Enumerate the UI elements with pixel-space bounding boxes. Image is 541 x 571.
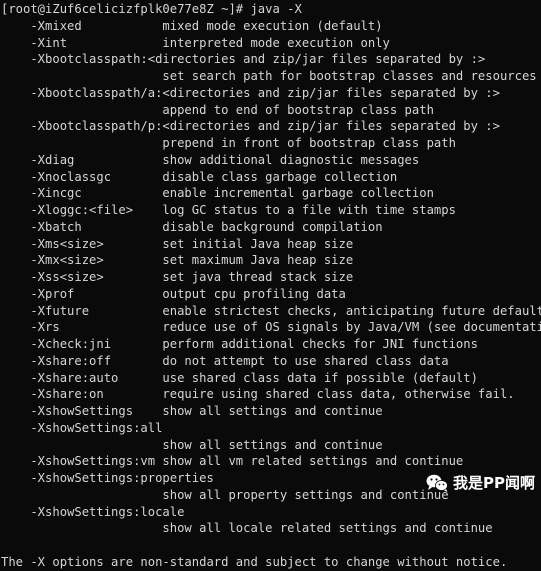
terminal-output-line: -Xrs reduce use of OS signals by Java/VM… bbox=[1, 320, 541, 335]
terminal-output-line: -Xss<size> set java thread stack size bbox=[1, 270, 354, 284]
terminal-output-line: The -X options are non-standard and subj… bbox=[1, 554, 508, 569]
terminal-output-line: -Xms<size> set initial Java heap size bbox=[1, 236, 354, 251]
terminal-output-line: -Xfuture enable strictest checks, antici… bbox=[1, 303, 541, 318]
terminal-output-line: -XshowSettings:all bbox=[1, 420, 163, 435]
terminal-output-line: -Xprof output cpu profiling data bbox=[1, 286, 346, 301]
terminal-output: -Xmixed mixed mode execution (default) -… bbox=[0, 18, 541, 571]
terminal-window[interactable]: [root@iZuf6celicizfplk0e77e8Z ~]# java -… bbox=[0, 0, 541, 569]
terminal-output-line: -Xshare:auto use shared class data if po… bbox=[1, 370, 478, 385]
terminal-output-line: -Xincgc enable incremental garbage colle… bbox=[1, 186, 434, 201]
terminal-output-line: -Xmx<size> set maximum Java heap size bbox=[1, 253, 354, 268]
terminal-output-line: -Xbootclasspath/p:<directories and zip/j… bbox=[1, 119, 500, 134]
terminal-output-line: show all locale related settings and con… bbox=[1, 521, 493, 536]
terminal-output-line: -Xbootclasspath:<directories and zip/jar… bbox=[1, 52, 486, 67]
terminal-output-line: append to end of bootstrap class path bbox=[1, 102, 434, 117]
terminal-output-line: -Xloggc:<file> log GC status to a file w… bbox=[1, 203, 456, 217]
terminal-output-line: -Xcheck:jni perform additional checks fo… bbox=[1, 337, 478, 351]
terminal-output-line: -Xnoclassgc disable class garbage collec… bbox=[1, 169, 398, 184]
terminal-output-line: show all settings and continue bbox=[1, 437, 383, 452]
terminal-output-line: -Xbatch disable background compilation bbox=[1, 219, 383, 234]
terminal-output-line: -Xmixed mixed mode execution (default) bbox=[1, 18, 383, 33]
terminal-output-line: -XshowSettings:vm show all vm related se… bbox=[1, 454, 464, 469]
terminal-output-line: -XshowSettings show all settings and con… bbox=[1, 404, 383, 418]
terminal-output-line: -XshowSettings:locale bbox=[1, 504, 185, 519]
terminal-output-line: -Xint interpreted mode execution only bbox=[1, 35, 390, 50]
terminal-output-line: -Xbootclasspath/a:<directories and zip/j… bbox=[1, 85, 500, 100]
terminal-output-line: -Xshare:off do not attempt to use shared… bbox=[1, 353, 449, 368]
terminal-output-line: -Xshare:on require using shared class da… bbox=[1, 387, 515, 402]
terminal-output-line: show all property settings and continue bbox=[1, 487, 449, 502]
shell-prompt-line: [root@iZuf6celicizfplk0e77e8Z ~]# java -… bbox=[1, 2, 302, 16]
terminal-output-line: prepend in front of bootstrap class path bbox=[1, 136, 456, 150]
terminal-output-line: set search path for bootstrap classes an… bbox=[1, 69, 537, 83]
terminal-output-line: -XshowSettings:properties bbox=[1, 471, 214, 485]
terminal-output-line: -Xdiag show additional diagnostic messag… bbox=[1, 152, 420, 167]
